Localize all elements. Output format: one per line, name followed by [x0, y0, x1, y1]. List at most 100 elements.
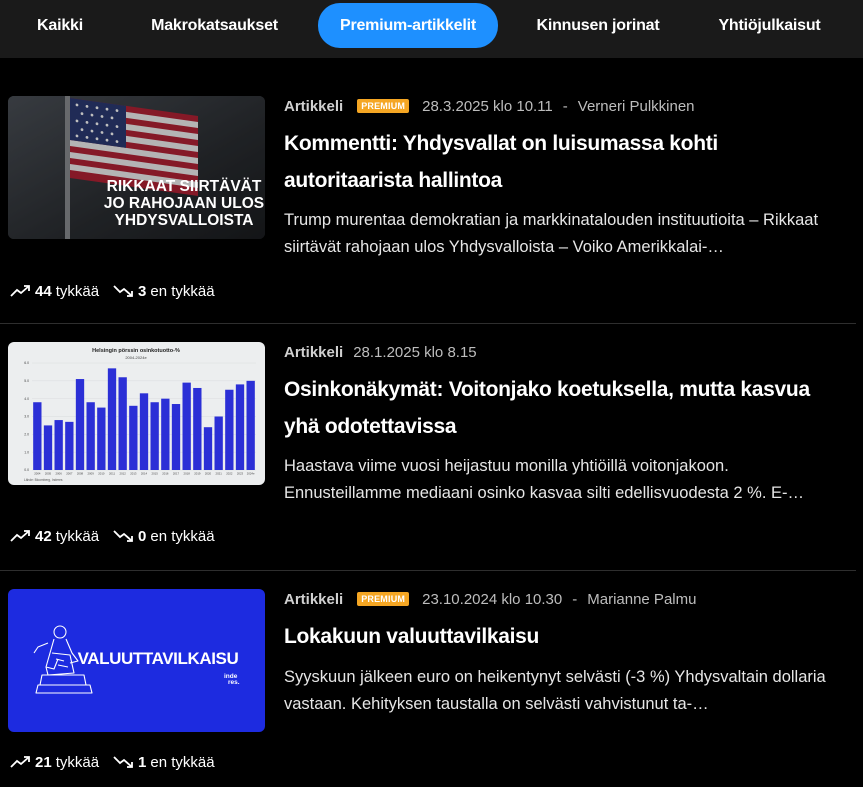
premium-badge: PREMIUM — [357, 99, 410, 113]
us-flag-image[interactable]: RIKKAAT SIIRTÄVÄT JO RAHOJAAN ULOS YHDYS… — [8, 96, 265, 239]
chart-bar — [171, 404, 181, 470]
article-divider — [0, 323, 856, 324]
like-count: 42 — [35, 527, 52, 545]
chart-x-tick-label: 2011 — [109, 472, 115, 476]
chart-x-tick-label: 2007 — [66, 472, 73, 476]
chart-bar — [161, 398, 170, 470]
chart-x-tick-label: 2008 — [77, 472, 84, 476]
like-label: tykkää — [55, 753, 100, 771]
chart-source: Lähde: Bloomberg, Inderes — [24, 478, 63, 482]
like-button[interactable]: 44 tykkää — [10, 283, 99, 300]
chart-y-tick-label: 5.0 — [24, 379, 29, 383]
chart-bar — [75, 379, 85, 470]
article-reactions: 42 tykkää 0 en tykkää — [10, 526, 215, 546]
chart-bar — [246, 380, 255, 470]
category-tabbar: Kaikki Makrokatsaukset Premium-artikkeli… — [0, 0, 863, 58]
chart-x-tick-label: 2009 — [88, 472, 95, 476]
tab-makrokatsaukset[interactable]: Makrokatsaukset — [137, 3, 292, 48]
chart-bar — [97, 407, 106, 470]
chart-x-tick-label: 2006 — [56, 472, 63, 476]
like-count: 21 — [35, 753, 52, 771]
tab-yhtiojulkaisut[interactable]: Yhtiöjulkaisut — [702, 3, 837, 48]
dislike-button[interactable]: 1 en tykkää — [113, 754, 215, 771]
article-author[interactable]: Verneri Pulkkinen — [578, 98, 695, 115]
chart-bar — [214, 416, 223, 470]
article-type: Artikkeli — [284, 97, 344, 115]
trend-up-icon — [10, 530, 30, 542]
dividend-yield-chart: Helsingin pörssin osinkotuotto-% 2004-20… — [24, 348, 256, 482]
chart-x-tick-label: 2021 — [216, 472, 223, 476]
dislike-button[interactable]: 0 en tykkää — [113, 528, 215, 545]
chart-x-tick-label: 2013 — [130, 472, 137, 476]
chart-x-tick-label: 2012 — [120, 472, 127, 476]
chart-bar — [33, 402, 42, 470]
thumb-text-line-3: YHDYSVALLOISTA — [115, 212, 254, 229]
article-reactions: 44 tykkää 3 en tykkää — [10, 281, 215, 301]
chart-bar — [43, 425, 53, 470]
chart-subtitle: 2004-2024e — [125, 355, 147, 360]
chart-x-tick-label: 2014 — [141, 472, 148, 476]
chart-x-tick-label: 2010 — [98, 472, 105, 476]
article-date: 28.1.2025 klo 8.15 — [353, 343, 477, 361]
chart-x-tick-label: 2015 — [152, 472, 159, 476]
chart-x-tick-label: 2019 — [194, 472, 201, 476]
dislike-count: 0 — [138, 527, 147, 545]
thumb-text-line-1: RIKKAAT SIIRTÄVÄT — [107, 178, 262, 195]
article-date: 23.10.2024 klo 10.30 — [422, 590, 563, 608]
chart-y-tick-label: 2.0 — [24, 433, 29, 437]
article-date: 28.3.2025 klo 10.11 — [422, 97, 553, 115]
us-flag-illustration: RIKKAAT SIIRTÄVÄT JO RAHOJAAN ULOS YHDYS… — [8, 96, 265, 239]
trend-down-icon — [113, 530, 133, 542]
chart-x-tick-label: 2023 — [237, 472, 244, 476]
chart-x-tick-label: 2016 — [162, 472, 169, 476]
tab-premium-artikkelit[interactable]: Premium-artikkelit — [318, 3, 498, 48]
tab-kinnusen-jorinat[interactable]: Kinnusen jorinat — [523, 3, 673, 48]
chart-bar — [235, 384, 245, 470]
dislike-button[interactable]: 3 en tykkää — [113, 283, 215, 300]
chart-bar — [193, 387, 202, 470]
like-button[interactable]: 42 tykkää — [10, 528, 99, 545]
chart-bar — [225, 389, 234, 470]
chart-bar — [54, 420, 63, 470]
like-count: 44 — [35, 282, 52, 300]
meta-separator: - — [562, 97, 568, 115]
chart-y-tick-label: 6.0 — [24, 361, 29, 365]
chart-x-tick-label: 2005 — [45, 472, 52, 476]
dislike-count: 1 — [138, 753, 147, 771]
chart-y-tick-label: 0.0 — [24, 468, 29, 472]
article-type: Artikkeli — [284, 590, 344, 608]
article-reactions: 21 tykkää 1 en tykkää — [10, 752, 215, 772]
valuutta-illustration: VALUUTTAVILKAISU inde res. — [33, 625, 240, 694]
like-label: tykkää — [55, 527, 100, 545]
thumb-text-line-2: JO RAHOJAAN ULOS — [104, 195, 264, 212]
chart-x-tick-label: 2004 — [34, 472, 41, 476]
chart-bar — [129, 405, 138, 470]
bar-chart-image[interactable]: Helsingin pörssin osinkotuotto-% 2004-20… — [8, 342, 265, 485]
statue-image[interactable]: VALUUTTAVILKAISU inde res. — [8, 589, 265, 732]
chart-bar — [139, 393, 149, 470]
article-title[interactable]: Osinkonäkymät: Voitonjako koetuksella, m… — [284, 371, 844, 445]
article-meta: Artikkeli PREMIUM 23.10.2024 klo 10.30 -… — [284, 589, 696, 609]
chart-bar — [203, 427, 213, 470]
chart-title: Helsingin pörssin osinkotuotto-% — [92, 348, 180, 354]
like-button[interactable]: 21 tykkää — [10, 754, 99, 771]
like-label: tykkää — [55, 282, 100, 300]
article-title[interactable]: Lokakuun valuuttavilkaisu — [284, 618, 844, 655]
chart-bar — [182, 382, 191, 470]
chart-y-tick-label: 4.0 — [24, 397, 29, 401]
chart-bar — [86, 402, 95, 470]
tab-kaikki[interactable]: Kaikki — [15, 3, 105, 48]
chart-x-tick-label: 2022 — [226, 472, 233, 476]
chart-x-tick-label: 2020 — [205, 472, 212, 476]
thumb-title: VALUUTTAVILKAISU — [78, 649, 239, 668]
chart-bar — [65, 421, 74, 470]
article-summary: Syyskuun jälkeen euro on heikentynyt sel… — [284, 668, 826, 713]
chart-x-tick-label: 2024e — [247, 472, 255, 476]
chart-bar — [107, 368, 117, 470]
meta-separator: - — [572, 590, 578, 608]
article-type: Artikkeli — [284, 343, 344, 361]
article-divider — [0, 570, 856, 571]
article-author[interactable]: Marianne Palmu — [587, 591, 696, 608]
dislike-label: en tykkää — [150, 527, 215, 545]
article-title[interactable]: Kommentti: Yhdysvallat on luisumassa koh… — [284, 125, 844, 199]
